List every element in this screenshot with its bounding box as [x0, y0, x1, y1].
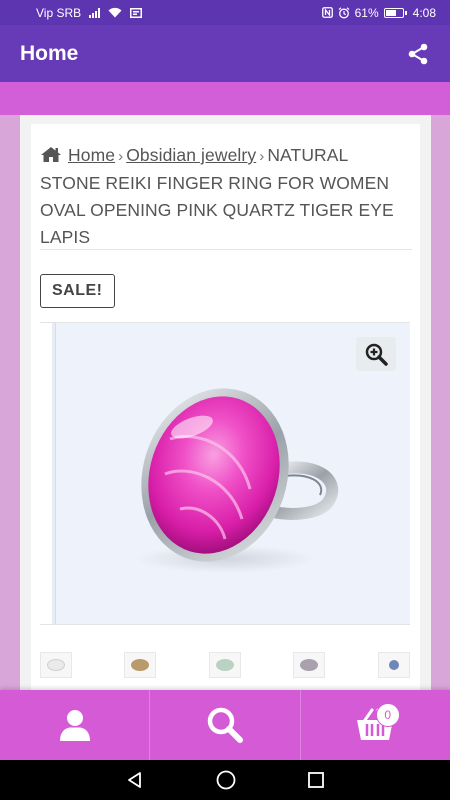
- thumbnail-5[interactable]: [378, 652, 410, 678]
- search-icon: [207, 707, 243, 743]
- user-icon: [59, 710, 90, 741]
- breadcrumb-separator: ›: [259, 148, 265, 165]
- share-icon: [408, 43, 428, 64]
- sale-badge: SALE!: [40, 274, 115, 308]
- breadcrumb: Home › Obsidian jewelry › NATURAL STONE REIK…: [40, 142, 412, 251]
- carrier-label: Vip SRB: [36, 5, 82, 20]
- bottom-nav: 0: [0, 690, 450, 760]
- recents-icon[interactable]: [307, 771, 325, 789]
- product-image[interactable]: [130, 379, 340, 579]
- breadcrumb-separator: ›: [118, 148, 124, 165]
- status-left: Vip SRB: [36, 5, 143, 20]
- breadcrumb-home-link[interactable]: Home: [68, 145, 115, 165]
- home-icon[interactable]: [40, 146, 62, 163]
- zoom-button[interactable]: [356, 337, 396, 371]
- zoom-in-icon: [365, 343, 388, 366]
- gallery-edge: [40, 323, 56, 624]
- thumbnail-2[interactable]: [124, 652, 156, 678]
- product-card: Home › Obsidian jewelry › NATURAL STONE REIK…: [31, 124, 420, 695]
- accent-strip: [0, 82, 450, 115]
- app-bar: Home: [0, 25, 450, 82]
- breadcrumb-category-link[interactable]: Obsidian jewelry: [126, 145, 256, 165]
- battery-percent: 61%: [354, 5, 379, 20]
- thumbnail-3[interactable]: [209, 652, 241, 678]
- product-gallery[interactable]: [40, 322, 410, 625]
- thumbnail-4[interactable]: [293, 652, 325, 678]
- cart-button[interactable]: 0: [299, 690, 450, 760]
- status-bar: Vip SRB 61% 4:08: [0, 0, 450, 25]
- account-button[interactable]: [0, 690, 149, 760]
- alarm-icon: [338, 6, 349, 18]
- share-button[interactable]: [404, 40, 432, 68]
- page-title: Home: [20, 41, 79, 65]
- search-button[interactable]: [149, 690, 299, 760]
- system-nav-bar: [0, 760, 450, 800]
- status-right: 61% 4:08: [321, 5, 436, 20]
- app-screen: Vip SRB 61% 4:08 Home Home › Obsidian je…: [0, 0, 450, 800]
- clock: 4:08: [412, 5, 436, 20]
- battery-icon: [383, 7, 407, 18]
- thumbnail-1[interactable]: [40, 652, 72, 678]
- divider: [40, 249, 412, 250]
- signal-icon: [89, 7, 101, 18]
- home-nav-icon[interactable]: [215, 769, 237, 791]
- nfc-icon: [321, 7, 333, 18]
- cart-count-badge: 0: [375, 703, 400, 727]
- wifi-icon: [108, 7, 122, 18]
- thumbnail-strip: [40, 652, 412, 680]
- back-icon[interactable]: [125, 770, 145, 790]
- notification-icon: [130, 7, 143, 18]
